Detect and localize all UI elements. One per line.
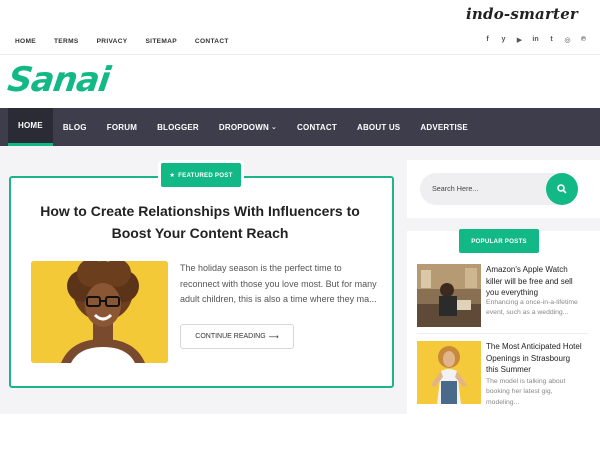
social-links: f y ▶ in t ◎ ℗: [484, 36, 587, 44]
popular-post-2-image[interactable]: [417, 341, 481, 404]
featured-post-image[interactable]: [31, 261, 168, 363]
search-button[interactable]: [546, 173, 578, 205]
linkedin-icon[interactable]: in: [532, 36, 539, 44]
featured-post-title[interactable]: How to Create Relationships With Influen…: [20, 200, 380, 244]
nav-dropdown-label: DROPDOWN: [218, 122, 269, 132]
continue-reading-button[interactable]: CONTINUE READING ⟶: [180, 324, 294, 349]
top-link-terms[interactable]: TERMS: [54, 38, 79, 45]
pinterest-icon[interactable]: ℗: [580, 36, 587, 44]
featured-post-badge: ★ FEATURED POST: [161, 163, 241, 187]
instagram-icon[interactable]: ◎: [564, 36, 571, 44]
popular-post-1-snippet: Enhancing a once-in-a-lifetime event, su…: [486, 299, 578, 317]
site-logo[interactable]: Sanai: [5, 60, 112, 100]
search-placeholder: Search Here...: [432, 184, 479, 193]
popular-post-2-title[interactable]: The Most Anticipated Hotel Openings in S…: [486, 341, 584, 376]
top-link-privacy[interactable]: PRIVACY: [97, 38, 128, 45]
main-nav: HOME BLOG FORUM BLOGGER DROPDOWN ⌄ CONTAC…: [0, 108, 600, 146]
popular-post-1-title[interactable]: Amazon's Apple Watch killer will be free…: [486, 264, 584, 299]
arrow-right-icon: ⟶: [268, 333, 279, 341]
youtube-icon[interactable]: ▶: [516, 36, 523, 44]
top-links: HOME TERMS PRIVACY SITEMAP CONTACT: [15, 38, 229, 45]
popular-post-1-image[interactable]: [417, 264, 481, 327]
watermark: indo-smarter: [466, 5, 579, 23]
search-icon: [557, 184, 567, 194]
featured-post-excerpt: The holiday season is the perfect time t…: [180, 263, 377, 304]
featured-badge-label: FEATURED POST: [178, 171, 233, 179]
top-link-home[interactable]: HOME: [15, 38, 36, 45]
popular-posts-badge: POPULAR POSTS: [459, 229, 539, 253]
chevron-down-icon: ⌄: [270, 124, 278, 131]
popular-posts-divider: [417, 333, 588, 334]
tumblr-icon[interactable]: t: [548, 36, 555, 44]
popular-post-2-snippet: The model is talking about booking her l…: [486, 378, 566, 406]
nav-item-forum[interactable]: FORUM: [97, 108, 147, 146]
top-link-sitemap[interactable]: SITEMAP: [145, 38, 176, 45]
continue-reading-label: CONTINUE READING: [195, 333, 266, 340]
nav-item-about-us[interactable]: ABOUT US: [347, 108, 410, 146]
nav-item-blog[interactable]: BLOG: [53, 108, 97, 146]
star-icon: ★: [169, 171, 176, 179]
nav-item-dropdown[interactable]: DROPDOWN ⌄: [209, 108, 287, 146]
facebook-icon[interactable]: f: [484, 36, 491, 44]
nav-item-contact[interactable]: CONTACT: [287, 108, 347, 146]
twitter-icon[interactable]: y: [500, 36, 507, 44]
top-link-contact[interactable]: CONTACT: [195, 38, 229, 45]
nav-item-home[interactable]: HOME: [8, 108, 53, 146]
bottom-strip: [0, 414, 600, 450]
nav-item-blogger[interactable]: BLOGGER: [147, 108, 209, 146]
nav-item-advertise[interactable]: ADVERTISE: [410, 108, 478, 146]
